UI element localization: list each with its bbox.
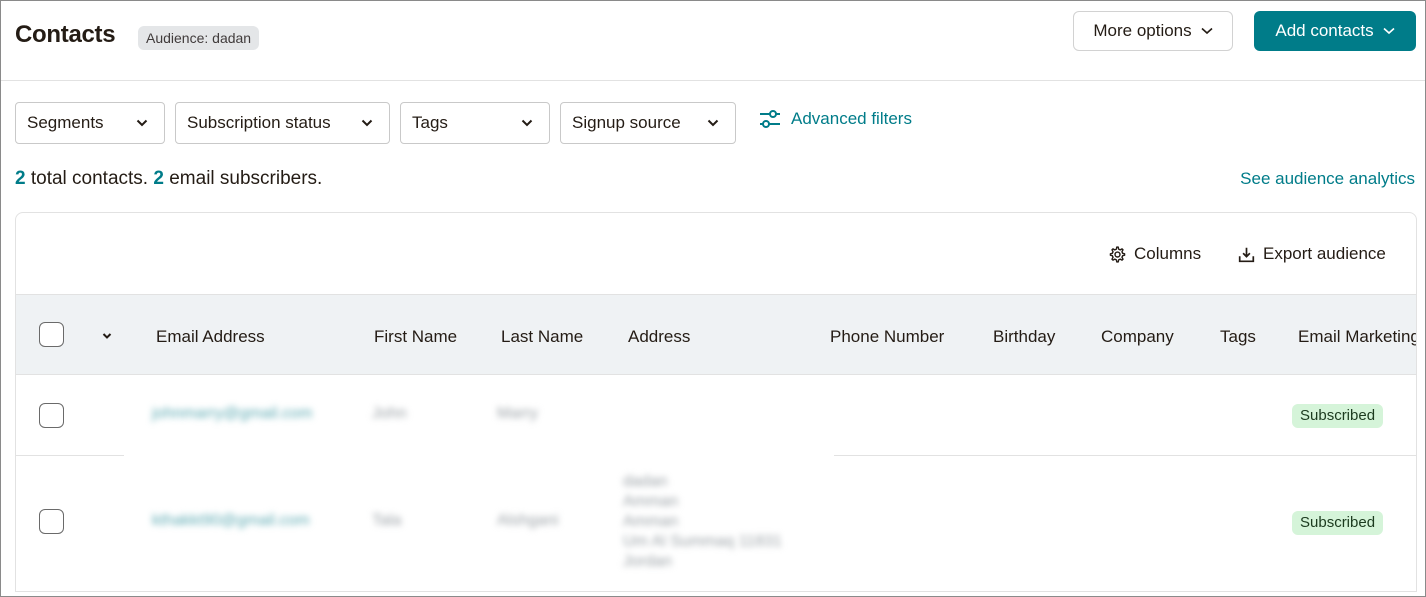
column-header-email[interactable]: Email Address [156, 327, 265, 347]
signup-source-filter-label: Signup source [572, 113, 681, 132]
total-contacts-text: total contacts. [25, 168, 154, 189]
add-contacts-button[interactable]: Add contacts [1254, 11, 1416, 51]
table-row[interactable]: johnmarry@gmail.com John Marry Subscribe… [16, 375, 1416, 456]
column-header-last-name[interactable]: Last Name [501, 327, 583, 347]
contact-first-name: John [372, 405, 407, 422]
see-audience-analytics-link[interactable]: See audience analytics [1240, 169, 1415, 189]
subscription-status-filter[interactable]: Subscription status [175, 102, 390, 144]
columns-button[interactable]: Columns [1109, 243, 1201, 265]
export-audience-label: Export audience [1263, 244, 1386, 263]
audience-badge: Audience: dadan [138, 26, 260, 50]
email-subscribers-text: email subscribers. [163, 168, 323, 189]
download-icon [1238, 247, 1255, 262]
row-checkbox[interactable] [39, 403, 64, 428]
address-line: dadan [623, 473, 668, 490]
segments-filter-label: Segments [27, 113, 104, 132]
table-toolbar: Columns Export audience [16, 213, 1416, 294]
subscription-status-filter-label: Subscription status [187, 113, 331, 132]
more-options-button[interactable]: More options [1073, 11, 1233, 51]
gear-icon [1109, 245, 1126, 263]
contact-last-name: Marry [497, 405, 538, 422]
table-row[interactable]: kthakkt90@gmail.com Tala Alshgani dadan … [16, 456, 1416, 591]
contacts-table-card: Columns Export audience Email Address Fi… [15, 212, 1417, 592]
address-line: Jordan [623, 553, 672, 570]
column-header-tags[interactable]: Tags [1220, 327, 1256, 347]
sliders-icon [760, 110, 780, 128]
chevron-down-icon[interactable] [102, 332, 112, 340]
address-line: Amman [623, 493, 679, 510]
tags-filter-label: Tags [412, 113, 448, 132]
contact-email[interactable]: johnmarry@gmail.com [152, 405, 312, 423]
column-header-phone[interactable]: Phone Number [830, 327, 944, 347]
more-options-label: More options [1093, 21, 1192, 40]
column-header-address[interactable]: Address [628, 327, 690, 347]
signup-source-filter[interactable]: Signup source [560, 102, 736, 144]
table-header: Email Address First Name Last Name Addre… [16, 294, 1416, 375]
column-header-birthday[interactable]: Birthday [993, 327, 1055, 347]
column-header-company[interactable]: Company [1101, 327, 1174, 347]
page-title: Contacts [15, 21, 116, 48]
contact-last-name: Alshgani [497, 512, 559, 529]
address-line: Um Al Summaq 11831 [623, 533, 782, 550]
chevron-down-icon [521, 119, 533, 127]
email-subscribers-count: 2 [153, 168, 164, 189]
chevron-down-icon [361, 119, 373, 127]
status-badge: Subscribed [1292, 511, 1384, 535]
add-contacts-label: Add contacts [1275, 21, 1374, 40]
page-header: Contacts Audience: dadan More options Ad… [1, 1, 1425, 81]
address-line: Amman [623, 513, 679, 530]
export-audience-button[interactable]: Export audience [1238, 243, 1386, 265]
row-checkbox[interactable] [39, 509, 64, 534]
chevron-down-icon [1201, 27, 1213, 35]
column-header-email-marketing[interactable]: Email Marketing [1298, 327, 1416, 347]
contact-first-name: Tala [372, 512, 402, 529]
contacts-summary: 2 total contacts. 2 email subscribers. [15, 168, 322, 190]
chevron-down-icon [1383, 27, 1395, 35]
segments-filter[interactable]: Segments [15, 102, 165, 144]
chevron-down-icon [707, 119, 719, 127]
contacts-page: Contacts Audience: dadan More options Ad… [0, 0, 1426, 597]
column-header-first-name[interactable]: First Name [374, 327, 457, 347]
columns-label: Columns [1134, 244, 1202, 263]
select-all-checkbox[interactable] [39, 322, 64, 347]
advanced-filters-label: Advanced filters [791, 109, 912, 128]
contact-address: dadan Amman Amman Um Al Summaq 11831 Jor… [623, 472, 782, 572]
advanced-filters-link[interactable]: Advanced filters [759, 107, 912, 131]
chevron-down-icon [136, 119, 148, 127]
tags-filter[interactable]: Tags [400, 102, 550, 144]
total-contacts-count: 2 [15, 168, 26, 189]
status-badge: Subscribed [1292, 404, 1384, 428]
contact-email[interactable]: kthakkt90@gmail.com [152, 512, 310, 530]
